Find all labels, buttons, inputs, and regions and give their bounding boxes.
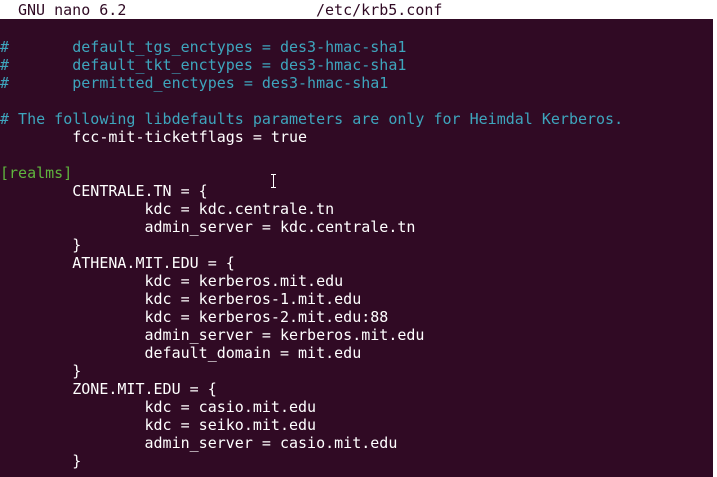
editor-line-8[interactable]: [realms]	[0, 164, 717, 182]
editor-line-7[interactable]	[0, 146, 717, 164]
app-version-label: GNU nano 6.2	[18, 1, 127, 19]
editor-line-17[interactable]: admin_server = kerberos.mit.edu	[0, 326, 717, 344]
editor-line-11[interactable]: admin_server = kdc.centrale.tn	[0, 218, 717, 236]
editor-line-3[interactable]: # permitted_enctypes = des3-hmac-sha1	[0, 74, 717, 92]
nano-title-bar: GNU nano 6.2 /etc/krb5.conf	[0, 0, 717, 19]
editor-line-10[interactable]: kdc = kdc.centrale.tn	[0, 200, 717, 218]
editor-line-20[interactable]: ZONE.MIT.EDU = {	[0, 380, 717, 398]
editor-line-22[interactable]: kdc = seiko.mit.edu	[0, 416, 717, 434]
editor-line-15[interactable]: kdc = kerberos-1.mit.edu	[0, 290, 717, 308]
editor-line-12[interactable]: }	[0, 236, 717, 254]
editor-text-area[interactable]: # default_tgs_enctypes = des3-hmac-sha1 #…	[0, 38, 717, 470]
title-bar-edge	[711, 0, 717, 19]
editor-line-1[interactable]: # default_tgs_enctypes = des3-hmac-sha1	[0, 38, 717, 56]
window-edge-strip	[713, 19, 717, 477]
editor-line-19[interactable]: }	[0, 362, 717, 380]
editor-line-13[interactable]: ATHENA.MIT.EDU = {	[0, 254, 717, 272]
file-path-label: /etc/krb5.conf	[316, 1, 443, 19]
editor-line-24[interactable]: }	[0, 452, 717, 470]
editor-line-16[interactable]: kdc = kerberos-2.mit.edu:88	[0, 308, 717, 326]
text-cursor-ibeam-icon	[269, 172, 279, 190]
editor-line-2[interactable]: # default_tkt_enctypes = des3-hmac-sha1	[0, 56, 717, 74]
editor-line-14[interactable]: kdc = kerberos.mit.edu	[0, 272, 717, 290]
editor-line-18[interactable]: default_domain = mit.edu	[0, 344, 717, 362]
editor-line-6[interactable]: fcc-mit-ticketflags = true	[0, 128, 717, 146]
editor-line-21[interactable]: kdc = casio.mit.edu	[0, 398, 717, 416]
editor-line-23[interactable]: admin_server = casio.mit.edu	[0, 434, 717, 452]
editor-line-5[interactable]: # The following libdefaults parameters a…	[0, 110, 717, 128]
editor-line-4[interactable]	[0, 92, 717, 110]
editor-line-9[interactable]: CENTRALE.TN = {	[0, 182, 717, 200]
